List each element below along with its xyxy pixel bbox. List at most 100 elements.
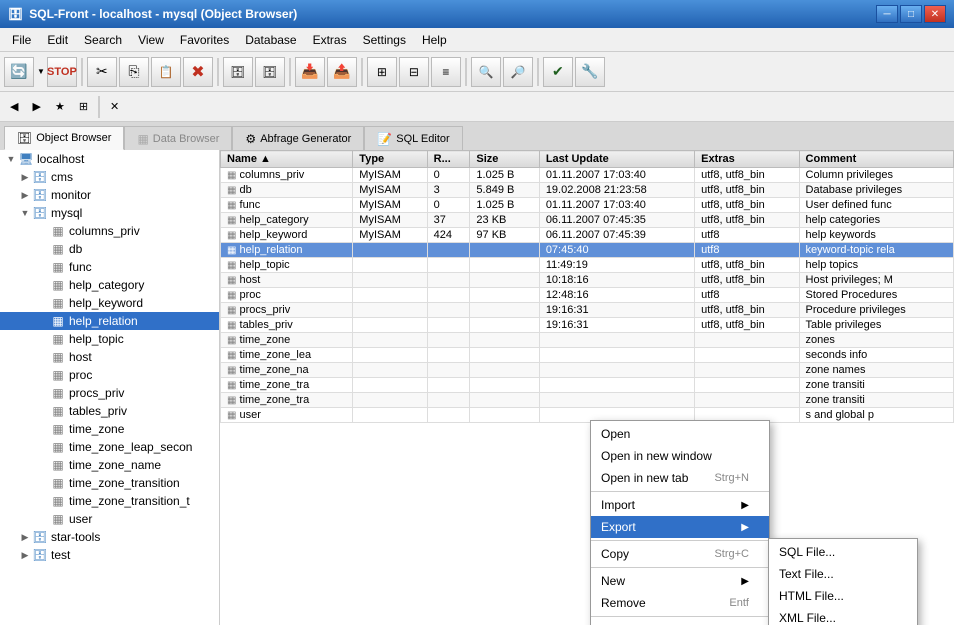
sidebar-item-func[interactable]: ▦ func bbox=[0, 258, 219, 276]
table-row[interactable]: ▦ help_category MyISAM 37 23 KB 06.11.20… bbox=[221, 213, 954, 228]
submenu-text-file[interactable]: Text File... bbox=[769, 563, 917, 585]
refresh-button[interactable]: 🔄 bbox=[4, 57, 34, 87]
menu-search[interactable]: Search bbox=[76, 28, 130, 51]
sidebar-item-host[interactable]: ▦ host bbox=[0, 348, 219, 366]
sidebar-item-db[interactable]: ▦ db bbox=[0, 240, 219, 258]
table1-button[interactable]: ⊞ bbox=[367, 57, 397, 87]
sidebar-item-star-tools[interactable]: ▶ 🗄 star-tools bbox=[0, 528, 219, 546]
table2-button[interactable]: ⊟ bbox=[399, 57, 429, 87]
import-button[interactable]: 📥 bbox=[295, 57, 325, 87]
sidebar-item-time_zone_leap[interactable]: ▦ time_zone_leap_secon bbox=[0, 438, 219, 456]
sidebar-item-time_zone_transition[interactable]: ▦ time_zone_transition bbox=[0, 474, 219, 492]
bookmark-button[interactable]: ★ bbox=[49, 95, 71, 119]
nav-fwd-button[interactable]: ▶ bbox=[26, 95, 46, 119]
tab-sql-editor[interactable]: 📝 SQL Editor bbox=[364, 126, 462, 150]
sidebar-item-help_topic[interactable]: ▦ help_topic bbox=[0, 330, 219, 348]
sidebar-item-localhost[interactable]: ▼ 🖥 localhost bbox=[0, 150, 219, 168]
tab-abfrage-generator[interactable]: ⚙ Abfrage Generator bbox=[232, 126, 364, 150]
submenu-xml-file[interactable]: XML File... bbox=[769, 607, 917, 625]
check-button[interactable]: ✔ bbox=[543, 57, 573, 87]
menu-database[interactable]: Database bbox=[237, 28, 304, 51]
db-new-button[interactable]: 🗄 bbox=[255, 57, 285, 87]
cut-button[interactable]: ✂ bbox=[87, 57, 117, 87]
sidebar-item-procs_priv[interactable]: ▦ procs_priv bbox=[0, 384, 219, 402]
nav-back-button[interactable]: ◀ bbox=[4, 95, 24, 119]
menu-file[interactable]: File bbox=[4, 28, 39, 51]
table-row[interactable]: ▦ host 10:18:16 utf8, utf8_bin Host priv… bbox=[221, 273, 954, 288]
ctx-export[interactable]: Export ▶ bbox=[591, 516, 769, 538]
table-row[interactable]: ▦ help_keyword MyISAM 424 97 KB 06.11.20… bbox=[221, 228, 954, 243]
col-last-update[interactable]: Last Update bbox=[539, 151, 694, 168]
col-type[interactable]: Type bbox=[353, 151, 427, 168]
table-row[interactable]: ▦ db MyISAM 3 5.849 B 19.02.2008 21:23:5… bbox=[221, 183, 954, 198]
ctx-open-new-tab[interactable]: Open in new tab Strg+N bbox=[591, 467, 769, 489]
menu-edit[interactable]: Edit bbox=[39, 28, 76, 51]
sidebar-item-time_zone_transition_t[interactable]: ▦ time_zone_transition_t bbox=[0, 492, 219, 510]
table-row[interactable]: ▦ time_zone_tra zone transiti bbox=[221, 378, 954, 393]
ctx-open-new-window[interactable]: Open in new window bbox=[591, 445, 769, 467]
ctx-empty[interactable]: Empty bbox=[591, 619, 769, 625]
delete-button[interactable]: ✖ bbox=[183, 57, 213, 87]
sidebar-item-time_zone_name[interactable]: ▦ time_zone_name bbox=[0, 456, 219, 474]
menu-favorites[interactable]: Favorites bbox=[172, 28, 237, 51]
col-comment[interactable]: Comment bbox=[799, 151, 953, 168]
close-button[interactable]: ✕ bbox=[924, 5, 946, 23]
table-row-help_relation[interactable]: ▦ help_relation 07:45:40 utf8 keyword-to… bbox=[221, 243, 954, 258]
table-row[interactable]: ▦ time_zone_lea seconds info bbox=[221, 348, 954, 363]
menu-extras[interactable]: Extras bbox=[305, 28, 355, 51]
ctx-remove[interactable]: Remove Entf bbox=[591, 592, 769, 614]
table-row[interactable]: ▦ tables_priv 19:16:31 utf8, utf8_bin Ta… bbox=[221, 318, 954, 333]
ctx-copy[interactable]: Copy Strg+C bbox=[591, 543, 769, 565]
refresh-dropdown[interactable]: ▼ bbox=[37, 67, 45, 76]
table-row[interactable]: ▦ proc 12:48:16 utf8 Stored Procedures bbox=[221, 288, 954, 303]
tree-button[interactable]: ⊞ bbox=[73, 95, 94, 119]
submenu-html-file[interactable]: HTML File... bbox=[769, 585, 917, 607]
table-row[interactable]: ▦ user s and global p bbox=[221, 408, 954, 423]
sidebar-item-help_relation[interactable]: ▦ help_relation bbox=[0, 312, 219, 330]
table3-button[interactable]: ≡ bbox=[431, 57, 461, 87]
sidebar-item-mysql[interactable]: ▼ 🗄 mysql bbox=[0, 204, 219, 222]
export-button[interactable]: 📤 bbox=[327, 57, 357, 87]
sidebar-item-user[interactable]: ▦ user bbox=[0, 510, 219, 528]
restore-button[interactable]: □ bbox=[900, 5, 922, 23]
table-row[interactable]: ▦ columns_priv MyISAM 0 1.025 B 01.11.20… bbox=[221, 168, 954, 183]
submenu-sql-file[interactable]: SQL File... bbox=[769, 541, 917, 563]
minimize-button[interactable]: ─ bbox=[876, 5, 898, 23]
table-row[interactable]: ▦ func MyISAM 0 1.025 B 01.11.2007 17:03… bbox=[221, 198, 954, 213]
tab-object-browser[interactable]: 🗄 Object Browser bbox=[4, 126, 124, 150]
sidebar-item-help_keyword[interactable]: ▦ help_keyword bbox=[0, 294, 219, 312]
tab-data-browser[interactable]: ▦ Data Browser bbox=[124, 126, 232, 150]
table-row[interactable]: ▦ time_zone zones bbox=[221, 333, 954, 348]
sidebar-item-proc[interactable]: ▦ proc bbox=[0, 366, 219, 384]
ctx-new[interactable]: New ▶ bbox=[591, 570, 769, 592]
sidebar-item-time_zone[interactable]: ▦ time_zone bbox=[0, 420, 219, 438]
copy-button[interactable]: ⎘ bbox=[119, 57, 149, 87]
ctx-open[interactable]: Open bbox=[591, 423, 769, 445]
col-size[interactable]: Size bbox=[470, 151, 539, 168]
paste-button[interactable]: 📋 bbox=[151, 57, 181, 87]
sidebar-item-tables_priv[interactable]: ▦ tables_priv bbox=[0, 402, 219, 420]
table-row[interactable]: ▦ time_zone_na zone names bbox=[221, 363, 954, 378]
tab-icon-object-browser: 🗄 bbox=[17, 131, 32, 145]
db-connect-button[interactable]: 🗄 bbox=[223, 57, 253, 87]
sidebar-item-monitor[interactable]: ▶ 🗄 monitor bbox=[0, 186, 219, 204]
sidebar-item-columns_priv[interactable]: ▦ columns_priv bbox=[0, 222, 219, 240]
col-name[interactable]: Name ▲ bbox=[221, 151, 353, 168]
menu-help[interactable]: Help bbox=[414, 28, 455, 51]
table-row[interactable]: ▦ help_topic 11:49:19 utf8, utf8_bin hel… bbox=[221, 258, 954, 273]
sidebar-item-help_category[interactable]: ▦ help_category bbox=[0, 276, 219, 294]
table-row[interactable]: ▦ procs_priv 19:16:31 utf8, utf8_bin Pro… bbox=[221, 303, 954, 318]
menu-settings[interactable]: Settings bbox=[355, 28, 414, 51]
table-row[interactable]: ▦ time_zone_tra zone transiti bbox=[221, 393, 954, 408]
sidebar-item-cms[interactable]: ▶ 🗄 cms bbox=[0, 168, 219, 186]
col-extras[interactable]: Extras bbox=[695, 151, 799, 168]
menu-view[interactable]: View bbox=[130, 28, 172, 51]
col-r[interactable]: R... bbox=[427, 151, 470, 168]
close-panel-button[interactable]: ✕ bbox=[104, 95, 125, 119]
ctx-import[interactable]: Import ▶ bbox=[591, 494, 769, 516]
search1-button[interactable]: 🔍 bbox=[471, 57, 501, 87]
sidebar-item-test[interactable]: ▶ 🗄 test bbox=[0, 546, 219, 564]
stop-button[interactable]: STOP bbox=[47, 57, 77, 87]
tools-button[interactable]: 🔧 bbox=[575, 57, 605, 87]
search2-button[interactable]: 🔎 bbox=[503, 57, 533, 87]
